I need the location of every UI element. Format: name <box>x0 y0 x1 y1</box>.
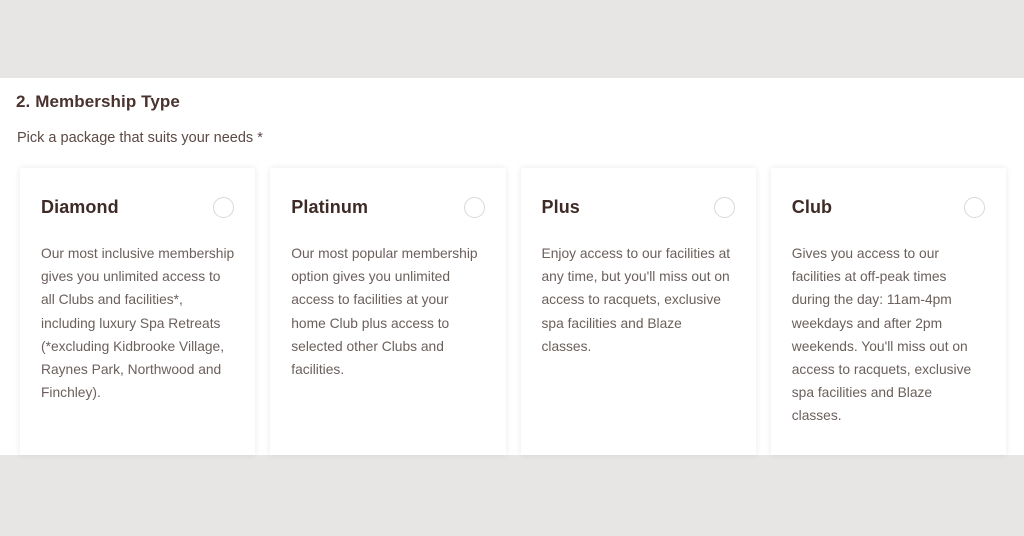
membership-card-list: Diamond Our most inclusive membership gi… <box>20 168 1006 455</box>
card-description: Enjoy access to our facilities at any ti… <box>541 246 731 354</box>
membership-card-diamond[interactable]: Diamond Our most inclusive membership gi… <box>20 168 256 455</box>
top-background-band <box>0 0 1024 78</box>
card-header: Plus <box>542 196 735 226</box>
card-header: Platinum <box>291 196 485 226</box>
card-description: Our most inclusive membership gives you … <box>41 246 235 401</box>
membership-type-page: 2. Membership Type Pick a package that s… <box>0 0 1024 536</box>
radio-unchecked-icon[interactable] <box>463 197 485 218</box>
radio-unchecked-icon[interactable] <box>213 197 235 218</box>
radio-unchecked-icon[interactable] <box>964 197 985 218</box>
card-title: Club <box>791 197 833 217</box>
card-description: Gives you access to our facilities at of… <box>791 246 972 424</box>
membership-card-platinum[interactable]: Platinum Our most popular membership opt… <box>270 168 506 455</box>
membership-card-club[interactable]: Club Gives you access to our facilities … <box>770 168 1006 455</box>
card-header: Club <box>792 196 985 226</box>
form-section: 2. Membership Type Pick a package that s… <box>0 78 1024 455</box>
card-header: Diamond <box>41 196 235 226</box>
membership-card-plus[interactable]: Plus Enjoy access to our facilities at a… <box>520 168 756 455</box>
bottom-background-band <box>0 455 1024 536</box>
card-title: Platinum <box>291 197 369 217</box>
page-title: 2. Membership Type <box>16 92 180 111</box>
card-title: Diamond <box>41 197 119 217</box>
radio-unchecked-icon[interactable] <box>713 197 735 218</box>
card-title: Plus <box>541 197 580 217</box>
card-description: Our most popular membership option gives… <box>291 246 478 378</box>
section-subheading: Pick a package that suits your needs * <box>17 130 263 146</box>
